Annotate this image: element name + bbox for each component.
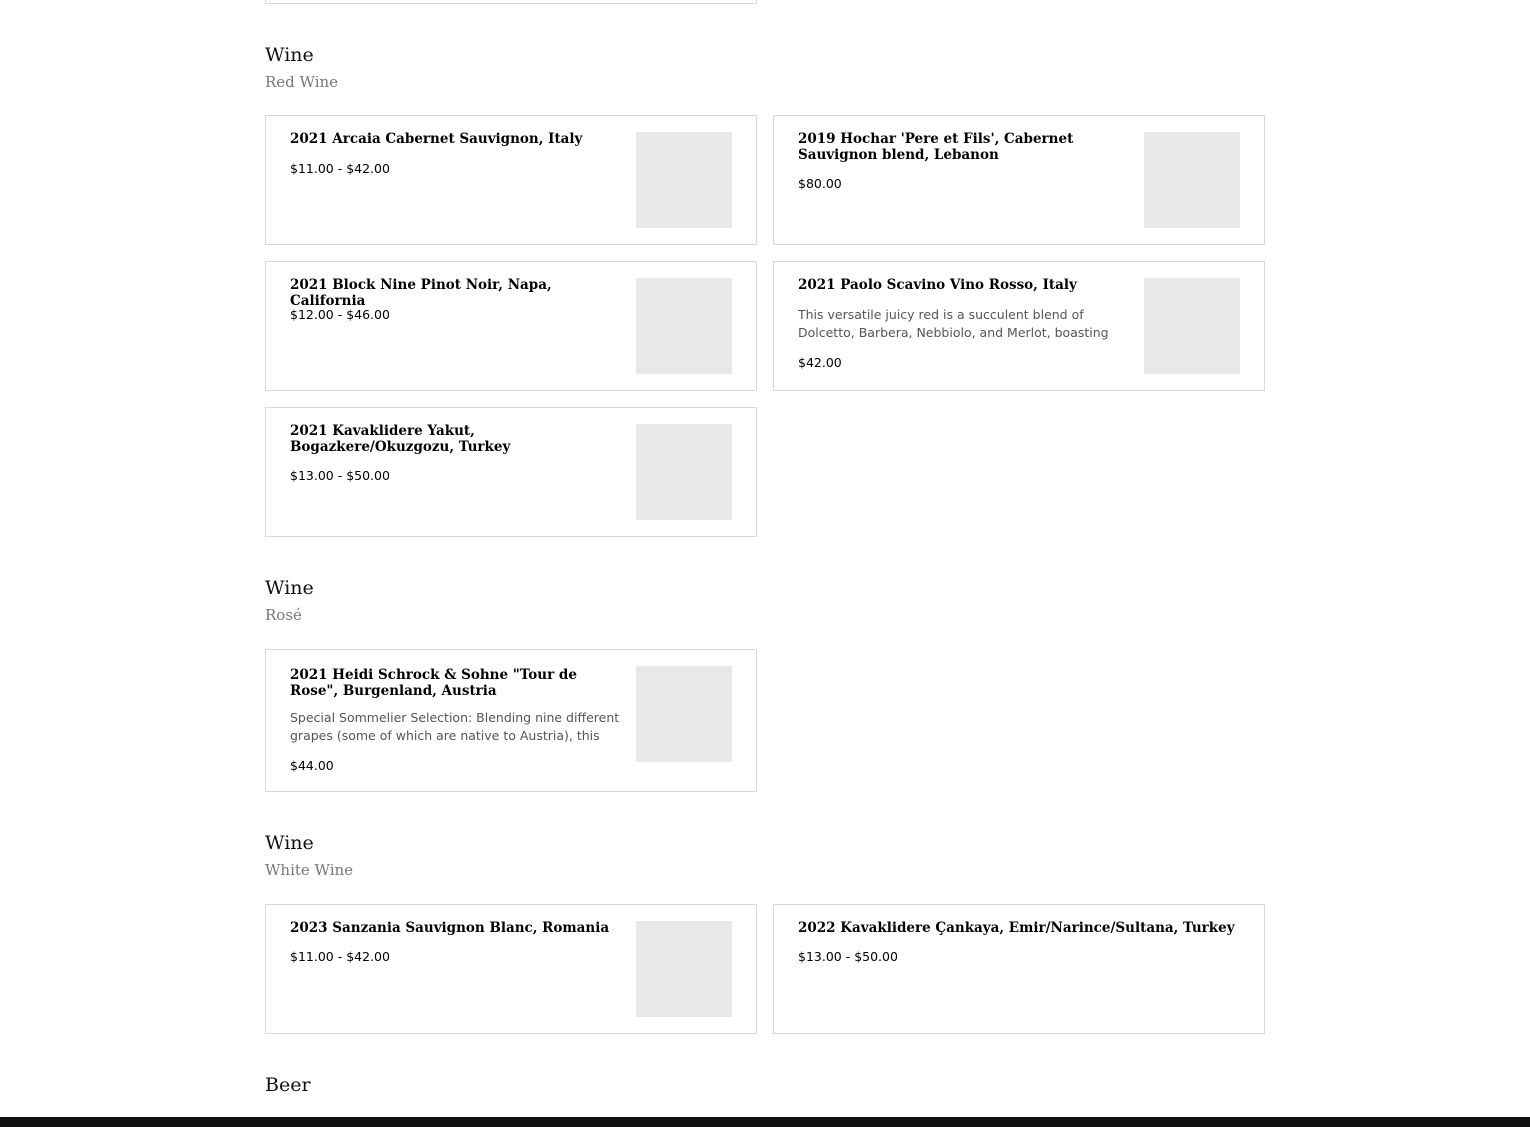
item-image-placeholder	[636, 132, 732, 228]
menu-item-card[interactable]: 2021 Kavaklidere Yakut, Bogazkere/Okuzgo…	[265, 407, 757, 537]
menu-item-card[interactable]: 2021 Block Nine Pinot Noir, Napa, Califo…	[265, 261, 757, 391]
item-name: 2021 Paolo Scavino Vino Rosso, Italy	[798, 277, 1077, 293]
menu-item-card[interactable]: 2021 Paolo Scavino Vino Rosso, Italy Thi…	[773, 261, 1265, 391]
item-name: 2021 Kavaklidere Yakut, Bogazkere/Okuzgo…	[290, 423, 511, 455]
item-price: $80.00	[798, 176, 842, 191]
item-name: 2023 Sanzania Sauvignon Blanc, Romania	[290, 920, 610, 936]
item-image-placeholder	[636, 666, 732, 762]
item-image-placeholder	[636, 424, 732, 520]
section-title-red-wine: Wine	[265, 44, 314, 66]
section-subtitle-rose: Rosé	[265, 606, 302, 624]
section-title-beer: Beer	[265, 1074, 311, 1096]
item-price: $42.00	[798, 355, 842, 370]
item-description: Special Sommelier Selection: Blending ni…	[290, 710, 620, 743]
menu-item-card[interactable]: 2019 Hochar 'Pere et Fils', Cabernet Sau…	[773, 115, 1265, 245]
section-title-rose: Wine	[265, 577, 314, 599]
menu-item-card[interactable]: 2023 Sanzania Sauvignon Blanc, Romania $…	[265, 904, 757, 1034]
item-description: This versatile juicy red is a succulent …	[798, 307, 1109, 340]
item-name: 2021 Heidi Schrock & Sohne "Tour de Rose…	[290, 667, 577, 699]
item-name: 2019 Hochar 'Pere et Fils', Cabernet Sau…	[798, 131, 1074, 163]
item-price: $11.00 - $42.00	[290, 161, 390, 176]
menu-item-card[interactable]: 2021 Arcaia Cabernet Sauvignon, Italy $1…	[265, 115, 757, 245]
item-price: $12.00 - $46.00	[290, 307, 390, 322]
item-image-placeholder	[636, 921, 732, 1017]
item-image-placeholder	[636, 278, 732, 374]
menu-item-card-partial[interactable]	[265, 0, 757, 4]
item-price: $11.00 - $42.00	[290, 949, 390, 964]
item-image-placeholder	[1144, 132, 1240, 228]
item-name: 2021 Arcaia Cabernet Sauvignon, Italy	[290, 131, 583, 147]
menu-item-card[interactable]: 2021 Heidi Schrock & Sohne "Tour de Rose…	[265, 649, 757, 792]
item-price: $13.00 - $50.00	[290, 468, 390, 483]
menu-item-card[interactable]: 2022 Kavaklidere Çankaya, Emir/Narince/S…	[773, 904, 1265, 1034]
item-price: $44.00	[290, 758, 334, 773]
bottom-bar	[0, 1117, 1530, 1127]
item-name: 2022 Kavaklidere Çankaya, Emir/Narince/S…	[798, 920, 1235, 936]
section-subtitle-white-wine: White Wine	[265, 861, 354, 879]
item-price: $13.00 - $50.00	[798, 949, 898, 964]
menu-page: Wine Red Wine 2021 Arcaia Cabernet Sauvi…	[0, 0, 1530, 1127]
item-name: 2021 Block Nine Pinot Noir, Napa, Califo…	[290, 277, 552, 309]
section-subtitle-red-wine: Red Wine	[265, 73, 339, 91]
item-image-placeholder	[1144, 278, 1240, 374]
section-title-white-wine: Wine	[265, 832, 314, 854]
